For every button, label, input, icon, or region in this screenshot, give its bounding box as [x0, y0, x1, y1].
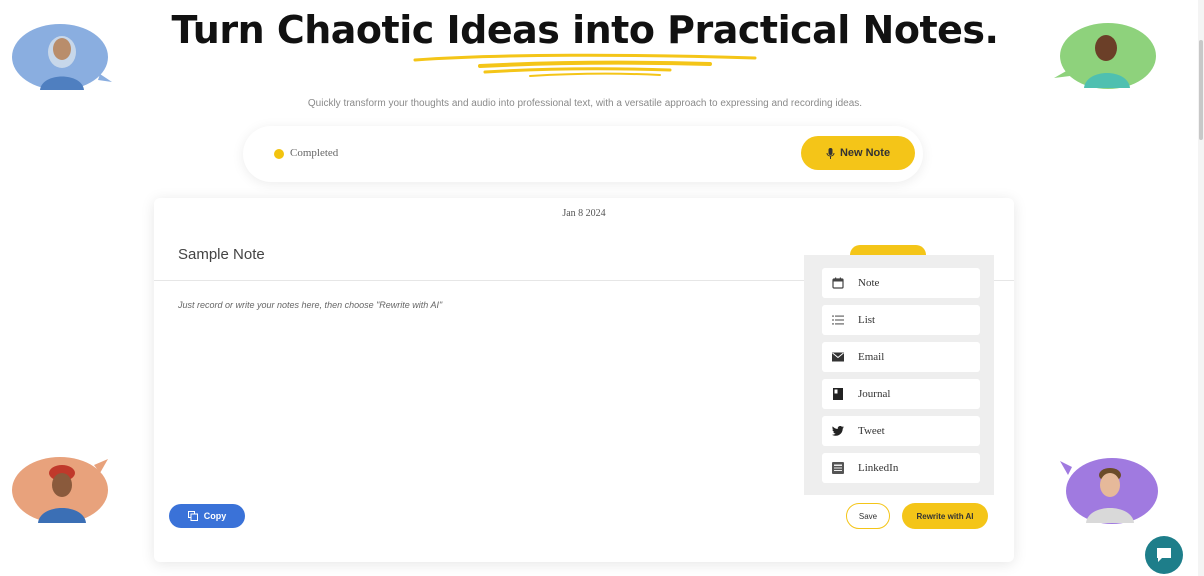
page: Turn Chaotic Ideas into Practical Notes.…: [0, 0, 1204, 576]
save-button[interactable]: Save: [846, 503, 890, 529]
status-text: Completed: [290, 147, 339, 159]
status-indicator-dot: [274, 149, 284, 159]
rewrite-with-ai-button[interactable]: Rewrite with AI: [902, 503, 988, 529]
title-underline-scribble: [413, 53, 757, 77]
menu-item-list[interactable]: List: [822, 305, 980, 335]
twitter-icon: [831, 424, 845, 438]
avatar-top-left: [12, 22, 112, 92]
status-bar: Completed New Note: [243, 126, 923, 182]
microphone-icon: [826, 147, 835, 159]
new-note-button[interactable]: New Note: [801, 136, 915, 170]
scrollbar-thumb[interactable]: [1199, 40, 1203, 140]
menu-item-journal[interactable]: Journal: [822, 379, 980, 409]
scrollbar[interactable]: [1198, 0, 1204, 576]
copy-button[interactable]: Copy: [169, 504, 245, 528]
calendar-icon: [831, 276, 845, 290]
menu-item-label: Email: [858, 351, 885, 363]
avatar-bottom-right: [1060, 455, 1160, 527]
envelope-icon: [831, 350, 845, 364]
menu-item-tweet[interactable]: Tweet: [822, 416, 980, 446]
linkedin-icon: [831, 461, 845, 475]
note-title[interactable]: Sample Note: [178, 246, 265, 263]
note-body-editor[interactable]: Just record or write your notes here, th…: [178, 300, 442, 310]
menu-item-label: Journal: [858, 388, 891, 400]
menu-item-email[interactable]: Email: [822, 342, 980, 372]
note-date: Jan 8 2024: [562, 208, 606, 219]
chat-bubble-icon: [1157, 548, 1171, 562]
copy-icon: [187, 511, 198, 521]
menu-item-label: LinkedIn: [858, 462, 899, 474]
menu-item-label: Note: [858, 277, 880, 289]
journal-icon: [831, 387, 845, 401]
list-icon: [831, 313, 845, 327]
rewrite-format-menu: Note List Email Journal Tweet LinkedIn: [804, 255, 994, 495]
avatar-bottom-left: [12, 455, 112, 525]
new-note-label: New Note: [839, 147, 891, 159]
copy-label: Copy: [203, 511, 227, 521]
avatar-top-right: [1054, 22, 1158, 92]
menu-item-label: Tweet: [858, 425, 885, 437]
menu-item-label: List: [858, 314, 876, 326]
menu-item-note[interactable]: Note: [822, 268, 980, 298]
hero-title: Turn Chaotic Ideas into Practical Notes.: [171, 8, 999, 52]
hero-subtitle: Quickly transform your thoughts and audi…: [307, 98, 863, 109]
menu-item-linkedin[interactable]: LinkedIn: [822, 453, 980, 483]
chat-support-button[interactable]: [1145, 536, 1183, 574]
